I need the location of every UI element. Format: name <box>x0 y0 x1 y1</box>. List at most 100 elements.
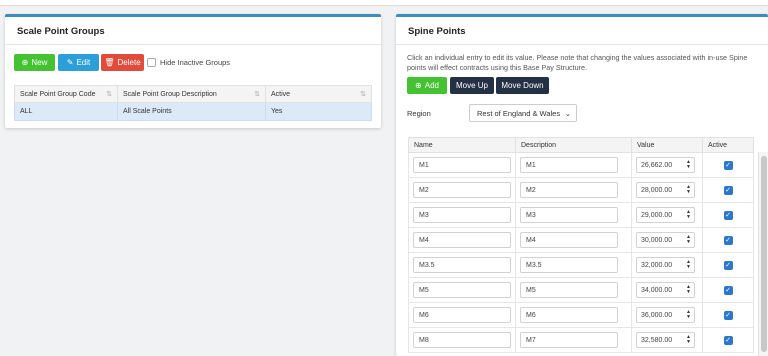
spinner-arrows-icon[interactable]: ▲ ▼ <box>686 185 691 195</box>
value-input[interactable]: 36,000.00 ▲ ▼ <box>636 307 695 323</box>
value-text: 30,000.00 <box>641 236 673 244</box>
active-cell: ✓ <box>702 252 754 278</box>
column-header-code[interactable]: Scale Point Group Code ⇅ <box>14 85 118 103</box>
edit-button[interactable]: ✎ Edit <box>58 54 99 71</box>
table-row[interactable]: ALL All Scale Points Yes <box>14 102 372 121</box>
value-input[interactable]: 26,662.00 ▲ ▼ <box>636 157 695 173</box>
move-down-button[interactable]: Move Down <box>496 77 549 94</box>
column-header-value[interactable]: Value <box>631 137 703 153</box>
name-input[interactable]: M1 <box>413 157 511 173</box>
description-input[interactable]: M2 <box>520 182 618 198</box>
name-cell: M8 <box>408 327 516 353</box>
plus-circle-icon: ⊕ <box>415 80 422 90</box>
name-input[interactable]: M3 <box>413 207 511 223</box>
column-header-description[interactable]: Description <box>515 137 632 153</box>
delete-button[interactable]: 🗑 Delete <box>101 54 144 71</box>
value-input[interactable]: 34,000.00 ▲ ▼ <box>636 282 695 298</box>
active-checkbox[interactable]: ✓ <box>723 260 733 270</box>
column-header-active[interactable]: Active <box>702 137 754 153</box>
value-input[interactable]: 29,000.00 ▲ ▼ <box>636 207 695 223</box>
new-button-label: New <box>31 58 48 67</box>
edit-icon: ✎ <box>66 57 74 67</box>
value-cell: 34,000.00 ▲ ▼ <box>631 277 703 303</box>
sort-icon[interactable]: ⇅ <box>106 90 112 98</box>
active-checkbox[interactable]: ✓ <box>723 160 733 170</box>
checkmark-icon: ✓ <box>725 311 731 319</box>
scrollbar[interactable] <box>758 152 768 356</box>
table-row[interactable]: M3 M3 29,000.00 ▲ ▼ ✓ <box>408 202 754 228</box>
spinner-arrows-icon[interactable]: ▲ ▼ <box>686 160 691 170</box>
active-cell: ✓ <box>702 327 754 353</box>
active-cell: ✓ <box>702 302 754 328</box>
name-cell: M3.5 <box>408 252 516 278</box>
column-header-description[interactable]: Scale Point Group Description ⇅ <box>117 85 266 103</box>
value-input[interactable]: 28,000.00 ▲ ▼ <box>636 182 695 198</box>
name-input[interactable]: M6 <box>413 307 511 323</box>
spinner-arrows-icon[interactable]: ▲ ▼ <box>686 235 691 245</box>
name-input[interactable]: M8 <box>413 332 511 348</box>
spinner-arrows-icon[interactable]: ▲ ▼ <box>686 210 691 220</box>
name-input[interactable]: M5 <box>413 282 511 298</box>
description-input[interactable]: M7 <box>520 332 618 348</box>
table-row[interactable]: M8 M7 32,580.00 ▲ ▼ ✓ <box>408 327 754 353</box>
move-up-button[interactable]: Move Up <box>450 77 494 94</box>
delete-button-label: Delete <box>117 58 141 67</box>
active-checkbox[interactable]: ✓ <box>723 235 733 245</box>
spinner-arrows-icon[interactable]: ▲ ▼ <box>686 260 691 270</box>
active-checkbox[interactable]: ✓ <box>723 210 733 220</box>
description-cell: M2 <box>515 177 632 203</box>
table-row[interactable]: M3.5 M3.5 32,000.00 ▲ ▼ ✓ <box>408 252 754 278</box>
name-cell: M2 <box>408 177 516 203</box>
value-input[interactable]: 32,580.00 ▲ ▼ <box>636 332 695 348</box>
value-input[interactable]: 32,000.00 ▲ ▼ <box>636 257 695 273</box>
value-cell: 32,000.00 ▲ ▼ <box>631 252 703 278</box>
description-cell: M3.5 <box>515 252 632 278</box>
checkmark-icon: ✓ <box>725 186 731 194</box>
sort-icon[interactable]: ⇅ <box>360 90 366 98</box>
description-input[interactable]: M3.5 <box>520 257 618 273</box>
spine-points-description: Click an individual entry to edit its va… <box>407 53 748 72</box>
active-checkbox[interactable]: ✓ <box>723 310 733 320</box>
description-input[interactable]: M4 <box>520 232 618 248</box>
description-input[interactable]: M5 <box>520 282 618 298</box>
table-row[interactable]: M4 M4 30,000.00 ▲ ▼ ✓ <box>408 227 754 253</box>
add-button[interactable]: ⊕ Add <box>407 77 447 94</box>
table-row[interactable]: M5 M5 34,000.00 ▲ ▼ ✓ <box>408 277 754 303</box>
description-input[interactable]: M1 <box>520 157 618 173</box>
edit-button-label: Edit <box>76 58 91 67</box>
hide-inactive-checkbox[interactable] <box>147 58 156 67</box>
table-row[interactable]: M1 M1 26,662.00 ▲ ▼ ✓ <box>408 152 754 178</box>
new-button[interactable]: ⊕ New <box>14 54 55 71</box>
name-cell: M4 <box>408 227 516 253</box>
active-checkbox[interactable]: ✓ <box>723 335 733 345</box>
column-header-name[interactable]: Name <box>408 137 516 153</box>
panel-title: Scale Point Groups <box>5 17 381 45</box>
name-input[interactable]: M4 <box>413 232 511 248</box>
description-input[interactable]: M3 <box>520 207 618 223</box>
trash-icon: 🗑 <box>104 57 115 67</box>
region-select[interactable]: Rest of England & Wales ⌄ <box>469 104 577 122</box>
add-button-label: Add <box>424 81 439 90</box>
value-text: 32,580.00 <box>641 336 673 344</box>
value-cell: 30,000.00 ▲ ▼ <box>631 227 703 253</box>
table-row[interactable]: M2 M2 28,000.00 ▲ ▼ ✓ <box>408 177 754 203</box>
column-header-active[interactable]: Active ⇅ <box>265 85 372 103</box>
region-label: Region <box>407 109 431 118</box>
name-input[interactable]: M3.5 <box>413 257 511 273</box>
active-cell: ✓ <box>702 152 754 178</box>
description-cell: M3 <box>515 202 632 228</box>
scrollbar-thumb[interactable] <box>761 156 767 352</box>
spinner-arrows-icon[interactable]: ▲ ▼ <box>686 285 691 295</box>
active-checkbox[interactable]: ✓ <box>723 185 733 195</box>
spinner-arrows-icon[interactable]: ▲ ▼ <box>686 310 691 320</box>
spinner-arrows-icon[interactable]: ▲ ▼ <box>686 335 691 345</box>
active-checkbox[interactable]: ✓ <box>723 285 733 295</box>
chevron-down-icon: ⌄ <box>564 108 571 118</box>
table-row[interactable]: M6 M6 36,000.00 ▲ ▼ ✓ <box>408 302 754 328</box>
value-text: 36,000.00 <box>641 311 673 319</box>
hide-inactive-groups-toggle[interactable]: Hide Inactive Groups <box>147 58 230 67</box>
value-input[interactable]: 30,000.00 ▲ ▼ <box>636 232 695 248</box>
sort-icon[interactable]: ⇅ <box>254 90 260 98</box>
name-input[interactable]: M2 <box>413 182 511 198</box>
description-input[interactable]: M6 <box>520 307 618 323</box>
